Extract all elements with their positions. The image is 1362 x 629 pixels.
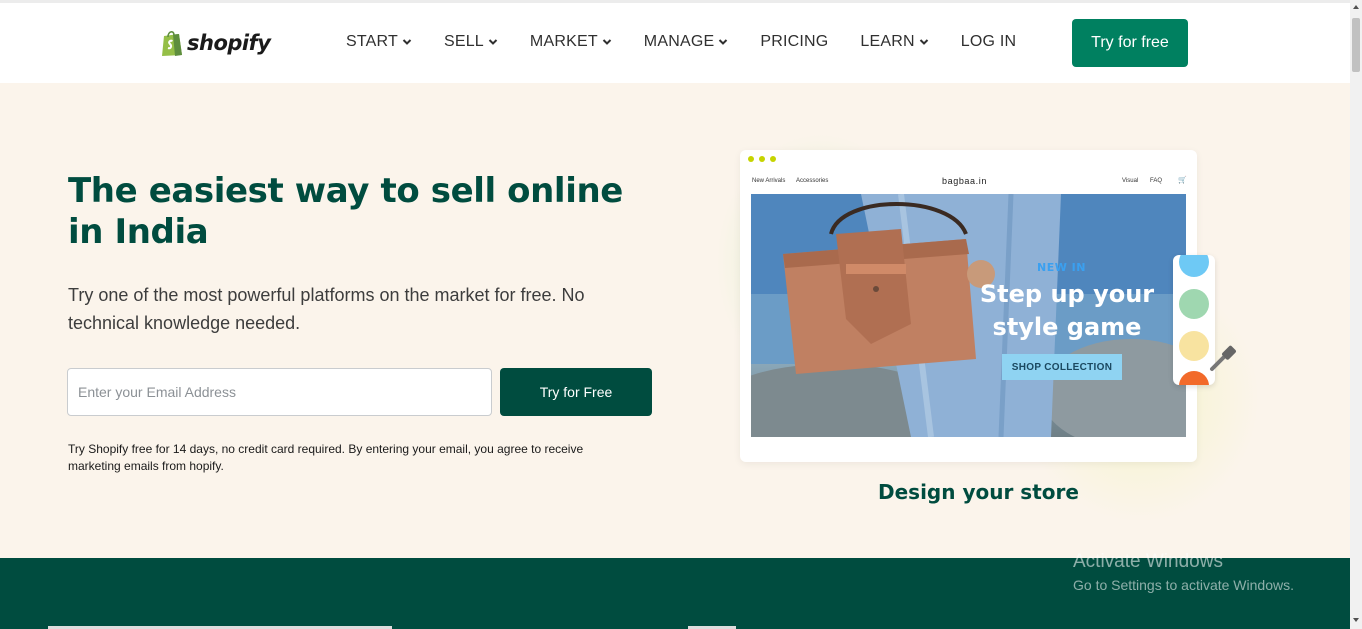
illustration-caption: Design your store	[878, 480, 1079, 504]
chevron-down-icon	[919, 39, 928, 45]
nav-start[interactable]: START	[346, 33, 412, 51]
logo-wordmark: shopify	[187, 31, 271, 55]
nav-manage-label: MANAGE	[643, 33, 715, 50]
preview-nav-item: Accessories	[796, 178, 829, 184]
preview-nav-item: New Arrivals	[752, 178, 786, 184]
preview-brand-name: bagbaa.in	[942, 176, 987, 186]
nav-market-label: MARKET	[529, 33, 598, 50]
scrollbar-thumb[interactable]	[1352, 18, 1360, 72]
windows-watermark-title: Activate Windows	[1073, 551, 1223, 572]
shop-collection-button: SHOP COLLECTION	[1002, 354, 1122, 380]
promo-kicker: NEW IN	[1037, 261, 1086, 274]
window-dots	[748, 156, 781, 162]
windows-watermark-text: Go to Settings to activate Windows.	[1073, 577, 1294, 593]
color-swatch	[1179, 331, 1209, 361]
chevron-down-icon	[402, 39, 412, 45]
color-swatch	[1179, 289, 1209, 319]
main-nav: START SELL MARKET MANAGE PRICING LEARN L…	[346, 33, 1048, 51]
shopify-bag-icon	[162, 31, 182, 56]
eyedropper-icon	[1210, 345, 1236, 371]
promo-headline-line: style game	[992, 313, 1142, 341]
promo-headline: Step up your style game	[967, 278, 1167, 344]
promo-headline-line: Step up your	[979, 280, 1155, 308]
chevron-down-icon	[488, 39, 498, 45]
scroll-down-arrow-icon[interactable]	[1352, 616, 1360, 624]
preview-nav-item: FAQ	[1150, 178, 1163, 184]
signup-disclaimer: Try Shopify free for 14 days, no credit …	[68, 442, 584, 473]
vertical-scrollbar[interactable]	[1350, 0, 1362, 629]
nav-learn-label: LEARN	[860, 33, 915, 50]
hero-subtitle: Try one of the most powerful platforms o…	[68, 285, 585, 333]
email-input[interactable]	[67, 368, 492, 416]
nav-login[interactable]: LOG IN	[961, 33, 1016, 51]
color-swatch	[1179, 255, 1209, 277]
preview-nav-item: Visual	[1122, 178, 1139, 184]
color-swatch	[1179, 371, 1209, 385]
try-for-free-header-button[interactable]: Try for free	[1072, 19, 1188, 67]
nav-start-label: START	[346, 33, 398, 50]
scroll-up-arrow-icon[interactable]	[1352, 3, 1360, 11]
nav-pricing[interactable]: PRICING	[760, 33, 828, 51]
nav-pricing-label: PRICING	[760, 33, 829, 50]
try-for-free-hero-button[interactable]: Try for Free	[500, 368, 652, 416]
chevron-down-icon	[602, 39, 612, 45]
hero-title: The easiest way to sell online in India	[68, 171, 623, 252]
site-header: shopify START SELL MARKET MANAGE PRICING…	[0, 3, 1350, 83]
shopify-logo[interactable]: shopify	[160, 29, 271, 57]
nav-sell[interactable]: SELL	[444, 33, 498, 51]
nav-manage[interactable]: MANAGE	[644, 33, 729, 51]
nav-learn[interactable]: LEARN	[860, 33, 928, 51]
hero-section: The easiest way to sell online in India …	[0, 83, 1350, 558]
cart-icon: 🛒	[1178, 177, 1187, 184]
nav-login-label: LOG IN	[960, 33, 1017, 50]
chevron-down-icon	[719, 39, 728, 45]
nav-market[interactable]: MARKET	[530, 33, 612, 51]
nav-sell-label: SELL	[443, 33, 484, 50]
